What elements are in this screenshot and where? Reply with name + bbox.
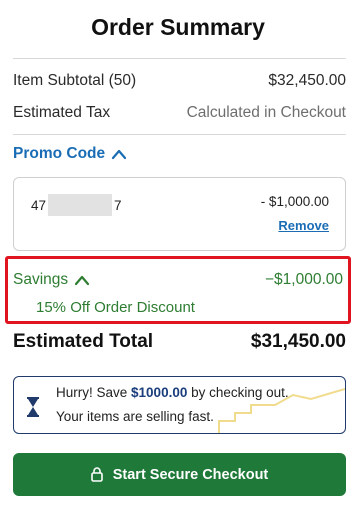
hurry-subtext: Your items are selling fast. — [56, 409, 214, 424]
tax-row: Estimated Tax Calculated in Checkout — [13, 104, 346, 122]
hourglass-icon — [27, 397, 39, 417]
hurry-message-text: Hurry! Save — [56, 385, 132, 400]
chevron-up-icon — [75, 275, 90, 286]
applied-promo-card: 47 7 - $1,000.00 Remove — [13, 177, 346, 251]
chevron-up-icon — [112, 149, 127, 160]
savings-amount: −$1,000.00 — [264, 271, 343, 288]
tax-value: Calculated in Checkout — [186, 104, 346, 121]
hurry-banner: Hurry! Save $1000.00 by checking out. Yo… — [13, 376, 346, 434]
subtotal-label: Item Subtotal (50) — [13, 72, 137, 89]
savings-toggle[interactable]: Savings — [13, 271, 90, 289]
checkout-button-label: Start Secure Checkout — [112, 466, 269, 483]
savings-highlight-box: Savings −$1,000.00 15% Off Order Discoun… — [5, 256, 351, 324]
redacted-block — [48, 194, 113, 216]
hurry-message-text: by checking out. — [187, 385, 289, 400]
hurry-amount: $1000.00 — [131, 385, 188, 400]
lock-icon — [90, 467, 103, 482]
estimated-total-row: Estimated Total $31,450.00 — [13, 331, 346, 353]
promo-code-value: 47 7 — [31, 194, 122, 216]
start-secure-checkout-button[interactable]: Start Secure Checkout — [13, 453, 346, 496]
promo-code-suffix: 7 — [114, 197, 122, 213]
hurry-message: Hurry! Save $1000.00 by checking out. — [56, 385, 289, 400]
page-title: Order Summary — [91, 14, 265, 40]
tax-label: Estimated Tax — [13, 104, 111, 121]
promo-code-prefix: 47 — [31, 197, 47, 213]
estimated-total-value: $31,450.00 — [250, 331, 346, 352]
subtotal-value: $32,450.00 — [268, 72, 346, 89]
divider — [13, 58, 346, 59]
estimated-total-label: Estimated Total — [13, 331, 154, 352]
savings-label: Savings — [13, 271, 69, 288]
promo-code-toggle[interactable]: Promo Code — [13, 145, 127, 163]
divider — [13, 134, 346, 135]
savings-detail: 15% Off Order Discount — [36, 299, 195, 316]
remove-promo-link[interactable]: Remove — [278, 218, 329, 233]
promo-discount-amount: - $1,000.00 — [260, 194, 329, 209]
promo-code-label: Promo Code — [13, 145, 106, 162]
subtotal-row: Item Subtotal (50) $32,450.00 — [13, 72, 346, 90]
